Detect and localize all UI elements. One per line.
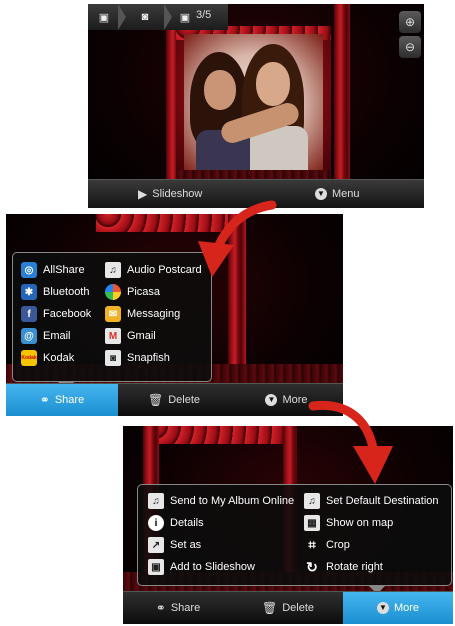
breadcrumb: ▣ ◙ ▣ 3/5	[88, 4, 228, 30]
share-item-picasa[interactable]: Picasa	[105, 283, 160, 301]
gallery-photo-view: ▣ ◙ ▣ 3/5 ⊕ ⊖ ▶ Slideshow ▼ Menu	[88, 4, 424, 208]
share-item-snapfish[interactable]: ◙ Snapfish	[105, 349, 170, 367]
share-menu-screen: ◎ AllShare ♫ Audio Postcard ✱ Bluetooth …	[6, 214, 343, 416]
action-bar: ⚭ Share 🗑 Delete ▼ More	[6, 383, 343, 416]
share-item-allshare[interactable]: ◎ AllShare	[21, 261, 85, 279]
menu-icon: ▼	[315, 188, 327, 200]
snapfish-icon: ◙	[105, 350, 121, 366]
info-icon: i	[148, 515, 164, 531]
rotate-right-icon: ↻	[306, 558, 318, 575]
share-icon: ⚭	[39, 393, 50, 407]
bluetooth-icon: ✱	[21, 284, 37, 300]
more-icon: ▼	[265, 394, 278, 406]
share-item-email[interactable]: @ Email	[21, 327, 71, 345]
trash-icon: 🗑	[261, 601, 278, 615]
curtain-right	[334, 4, 350, 208]
zoom-in-icon: ⊕	[404, 15, 416, 29]
more-item-rotate-right[interactable]: ↻ Rotate right	[304, 558, 383, 576]
more-item-set-as[interactable]: ↗ Set as	[148, 536, 201, 554]
messaging-icon: ✉	[105, 306, 121, 322]
trash-icon: 🗑	[147, 393, 164, 407]
audio-postcard-icon: ♫	[105, 262, 121, 278]
more-item-send-album[interactable]: ♫ Send to My Album Online	[148, 492, 294, 510]
menu-label: Menu	[332, 188, 360, 200]
picasa-icon	[105, 284, 121, 300]
share-button[interactable]: ⚭ Share	[6, 384, 118, 416]
share-item-audio-postcard[interactable]: ♫ Audio Postcard	[105, 261, 202, 279]
share-item-gmail[interactable]: M Gmail	[105, 327, 156, 345]
share-popup: ◎ AllShare ♫ Audio Postcard ✱ Bluetooth …	[12, 252, 212, 390]
gallery-crumb[interactable]: ▣	[92, 4, 116, 30]
photo-counter: 3/5	[196, 9, 212, 21]
gmail-icon: M	[105, 328, 121, 344]
more-button[interactable]: ▼ More	[343, 592, 453, 624]
album-crumb[interactable]: ◙	[128, 4, 162, 30]
arrow-to-more-menu	[308, 400, 393, 484]
slideshow-add-icon: ▣	[148, 559, 164, 575]
photo-crumb[interactable]: ▣	[176, 4, 194, 30]
action-bar: ⚭ Share 🗑 Delete ▼ More	[123, 591, 453, 624]
menu-button[interactable]: ▼ Menu	[315, 180, 360, 208]
zoom-in-button[interactable]: ⊕	[399, 11, 421, 33]
share-item-kodak[interactable]: Kodak Kodak	[21, 349, 74, 367]
share-item-facebook[interactable]: f Facebook	[21, 305, 91, 323]
curtain-valance	[143, 426, 293, 444]
photo-subject	[184, 34, 323, 172]
share-item-messaging[interactable]: ✉ Messaging	[105, 305, 180, 323]
email-icon: @	[21, 328, 37, 344]
image-icon: ▣	[179, 11, 191, 24]
share-item-bluetooth[interactable]: ✱ Bluetooth	[21, 283, 89, 301]
kodak-icon: Kodak	[21, 350, 37, 366]
zoom-out-button[interactable]: ⊖	[399, 36, 421, 58]
arrow-to-share-menu	[198, 200, 277, 277]
share-icon: ⚭	[155, 601, 166, 615]
share-button[interactable]: ⚭ Share	[123, 592, 233, 624]
camera-icon: ◙	[141, 11, 149, 23]
gallery-icon: ▣	[98, 11, 110, 24]
more-item-add-slideshow[interactable]: ▣ Add to Slideshow	[148, 558, 255, 576]
delete-button[interactable]: 🗑 Delete	[233, 592, 343, 624]
more-item-details[interactable]: i Details	[148, 514, 204, 532]
map-icon: ▦	[304, 515, 320, 531]
delete-button[interactable]: 🗑 Delete	[118, 384, 230, 416]
more-icon: ▼	[376, 602, 389, 614]
more-item-show-map[interactable]: ▦ Show on map	[304, 514, 393, 532]
play-icon: ▶	[138, 187, 148, 201]
more-popup: ♫ Send to My Album Online ♫ Set Default …	[137, 484, 452, 594]
facebook-icon: f	[21, 306, 37, 322]
allshare-icon: ◎	[21, 262, 37, 278]
photo[interactable]	[176, 26, 331, 180]
zoom-out-icon: ⊖	[404, 40, 416, 54]
set-as-icon: ↗	[148, 537, 164, 553]
album-online-icon: ♫	[148, 493, 164, 509]
crop-icon: ⌗	[308, 537, 316, 552]
more-item-crop[interactable]: ⌗ Crop	[304, 536, 350, 554]
